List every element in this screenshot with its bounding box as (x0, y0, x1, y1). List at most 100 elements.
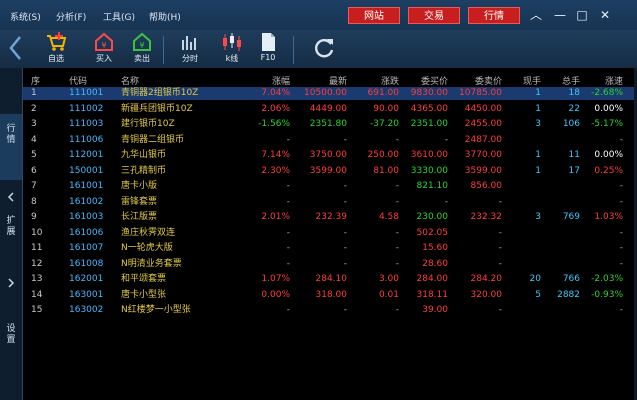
table-row[interactable]: 1 111001 青铜器2组银币10Z 7.04% 10500.00 691.00 9830… (23, 87, 637, 100)
f10-label: F10 (260, 53, 276, 62)
maximize-icon[interactable]: □ (572, 7, 592, 23)
cell-spd: - (619, 181, 623, 191)
cell-tot: 11 (568, 150, 580, 160)
cell-ask: - (498, 243, 502, 253)
table-row[interactable]: 15 163002 N红楼梦一小型张 - - - 39.00 - - (23, 304, 637, 317)
side-tab-extend[interactable]: 扩 展 (0, 216, 22, 256)
cell-code: 111006 (69, 134, 104, 145)
side-tab-settings[interactable]: 设 置 (0, 324, 22, 364)
table-row[interactable]: 9 161003 长江版票 2.01% 232.39 4.58 230.00 232.32 3 7… (23, 211, 637, 224)
cell-seq: 14 (31, 289, 43, 300)
cell-code: 111003 (69, 119, 104, 129)
menu-tools[interactable]: 工具(G) (103, 10, 135, 23)
header-name[interactable]: 名称 (121, 74, 139, 87)
side-tab-extend-label: 扩 展 (6, 216, 16, 237)
menu-help[interactable]: 帮助(H) (149, 10, 181, 23)
header-total[interactable]: 总手 (543, 74, 580, 87)
header-change[interactable]: 涨跌 (350, 74, 399, 87)
cell-name: 唐卡小版 (121, 181, 158, 191)
f10-button[interactable]: F10 (252, 32, 284, 62)
cell-ask: 320.00 (470, 289, 503, 300)
cell-bid: 318.11 (416, 289, 449, 300)
cell-ask: - (498, 258, 502, 269)
cart-icon (47, 32, 67, 51)
kline-button[interactable]: k线 (216, 32, 248, 64)
header-bid[interactable]: 委买价 (401, 74, 448, 87)
table-row[interactable]: 14 163001 唐卡小型张 0.00% 318.00 0.01 318.11 320.00… (23, 289, 637, 302)
cell-spd: 0.00% (594, 150, 623, 160)
cell-seq: 4 (31, 134, 37, 145)
table-row[interactable]: 5 112001 九华山银币 7.14% 3750.00 250.00 3610.00 377… (23, 149, 637, 162)
svg-text:¥: ¥ (139, 41, 144, 50)
table-row[interactable]: 13 162001 和平颂套票 1.07% 284.10 3.00 284.00 284.20… (23, 273, 637, 286)
cell-pct: 7.04% (261, 88, 290, 98)
cell-code: 111002 (69, 103, 104, 114)
chevron-right-icon[interactable] (6, 278, 16, 288)
table-header: 序 代码 名称 涨幅 最新 涨跌 委买价 委卖价 现手 总手 涨速 (23, 74, 637, 87)
cell-tot: 766 (562, 274, 580, 284)
table-row[interactable]: 12 161008 N明清业务套票 - - - 28.60 - - (23, 258, 637, 271)
chevron-left-icon[interactable] (6, 192, 16, 202)
refresh-icon[interactable] (308, 36, 340, 60)
cell-chg: 250.00 (367, 150, 400, 160)
minimize-icon[interactable]: — (550, 7, 570, 23)
side-tab-quotes[interactable]: 行 情 (0, 114, 22, 180)
header-volume[interactable]: 现手 (511, 74, 541, 87)
cell-spd: - (619, 134, 623, 145)
header-speed[interactable]: 涨速 (585, 74, 623, 87)
cell-pct: 2.01% (261, 212, 290, 222)
cell-chg: -37.20 (369, 119, 399, 129)
cell-name: 三孔精制币 (121, 165, 167, 176)
cell-bid: 4365.00 (410, 103, 448, 114)
sell-button[interactable]: ¥ 卖出 (126, 32, 158, 64)
header-last[interactable]: 最新 (291, 74, 347, 87)
cell-bid: 821.10 (416, 181, 449, 191)
trade-button[interactable]: 交易 (408, 7, 460, 24)
watchlist-button[interactable]: 自选 (40, 32, 72, 64)
header-code[interactable]: 代码 (69, 74, 87, 87)
toolbar: 自选 ¥ 买入 ¥ 卖出 分时 k线 F10 (0, 30, 637, 69)
header-ask[interactable]: 委卖价 (450, 74, 502, 87)
cell-bid: 3330.00 (410, 165, 448, 176)
table-row[interactable]: 6 150001 三孔精制币 2.30% 3599.00 81.00 3330.00 3599… (23, 165, 637, 178)
cell-chg: - (395, 181, 399, 191)
table-row[interactable]: 7 161001 唐卡小版 - - - 821.10 856.00 - (23, 180, 637, 193)
table-row[interactable]: 11 161007 N一轮虎大版 - - - 15.60 - - (23, 242, 637, 255)
cell-last: 232.39 (315, 212, 348, 222)
menu-analysis[interactable]: 分析(F) (56, 10, 86, 23)
buy-icon: ¥ (95, 32, 113, 51)
cell-spd: -0.93% (591, 289, 623, 300)
table-row[interactable]: 4 111006 青铜器二组银币 - - - - 2487.00 - (23, 134, 637, 147)
cell-seq: 2 (31, 103, 37, 114)
table-row[interactable]: 8 161002 雷锋套票 - - - - - - (23, 196, 637, 209)
cell-seq: 12 (31, 258, 43, 269)
buy-button[interactable]: ¥ 买入 (88, 32, 120, 64)
header-pct[interactable]: 涨幅 (233, 74, 290, 87)
cell-chg: 0.01 (378, 289, 399, 300)
header-seq[interactable]: 序 (31, 74, 51, 87)
quotes-button[interactable]: 行情 (468, 7, 520, 24)
table-row[interactable]: 10 161006 渔庄秋霁双连 - - - 502.05 - - (23, 227, 637, 240)
close-icon[interactable]: ✕ (595, 7, 615, 23)
cell-name: 新疆兵团银币10Z (121, 103, 193, 114)
title-bar: 系统(S) 分析(F) 工具(G) 帮助(H) 网站 交易 行情 ︿ — □ ✕ (0, 0, 637, 30)
cell-seq: 11 (31, 243, 43, 253)
cell-ask: 10785.00 (459, 88, 502, 98)
website-button[interactable]: 网站 (348, 7, 400, 24)
menu-system[interactable]: 系统(S) (10, 10, 41, 23)
table-row[interactable]: 3 111003 建行银币10Z -1.56% 2351.80 -37.20 2351.00… (23, 118, 637, 131)
back-arrow-icon[interactable] (6, 35, 26, 61)
cell-name: N一轮虎大版 (121, 243, 173, 253)
cell-code: 112001 (69, 150, 104, 160)
cell-seq: 13 (31, 274, 43, 284)
cell-vol: 3 (535, 212, 541, 222)
timeshare-button[interactable]: 分时 (174, 32, 206, 64)
table-row[interactable]: 2 111002 新疆兵团银币10Z 2.06% 4449.00 90.00 4365.00… (23, 103, 637, 116)
toolbar-divider (163, 36, 164, 64)
collapse-icon[interactable]: ︿ (526, 7, 546, 23)
cell-seq: 7 (31, 181, 37, 191)
cell-last: 284.10 (315, 274, 348, 284)
cell-last: 318.00 (315, 289, 348, 300)
cell-seq: 5 (31, 150, 37, 160)
cell-bid: 15.60 (422, 243, 448, 253)
